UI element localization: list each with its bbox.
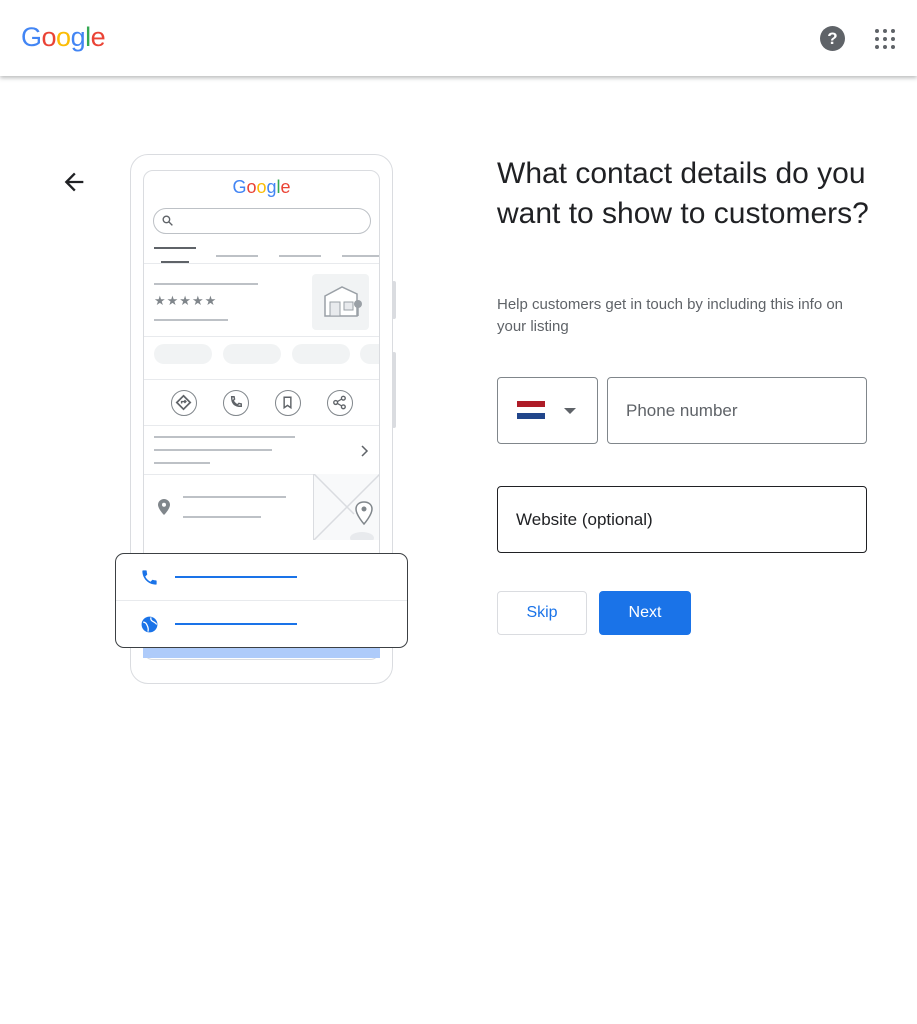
top-bar: Google ? (0, 0, 917, 76)
illustration-search-bar (153, 208, 371, 234)
illustration-map (313, 473, 379, 544)
phone-number-input[interactable] (607, 377, 867, 444)
phone-icon (142, 570, 157, 585)
illustration-highlight (143, 648, 380, 658)
contact-info-card (115, 553, 408, 648)
share-icon (327, 390, 353, 416)
netherlands-flag (517, 401, 545, 419)
globe-icon (141, 616, 158, 633)
bookmark-icon (275, 390, 301, 416)
website-input[interactable] (497, 486, 867, 553)
phone-side-button (392, 352, 396, 428)
next-button[interactable]: Next (599, 591, 691, 635)
country-code-select[interactable] (497, 377, 598, 444)
card-phone-row (116, 554, 407, 601)
help-circle-icon[interactable]: ? (820, 26, 845, 51)
chevron-right-icon (361, 445, 369, 457)
phone-icon (223, 390, 249, 416)
phone-side-button (392, 281, 396, 319)
arrow-back-icon[interactable] (60, 168, 88, 196)
page-subtitle: Help customers get in touch by including… (497, 296, 844, 335)
apps-grid-icon[interactable] (875, 29, 895, 49)
page-title: What contact details do you want to show… (497, 157, 869, 230)
card-website-row (116, 601, 407, 648)
illustration-stars: ★★★★★ (154, 293, 218, 308)
skip-button[interactable]: Skip (497, 591, 587, 635)
illustration-store-thumbnail (312, 274, 369, 330)
google-logo[interactable]: Google (21, 22, 106, 53)
directions-icon (171, 390, 197, 416)
location-pin-icon (158, 499, 170, 515)
search-icon (162, 215, 173, 226)
caret-down-icon (564, 408, 576, 414)
illustration-google-logo: Google (232, 177, 291, 197)
